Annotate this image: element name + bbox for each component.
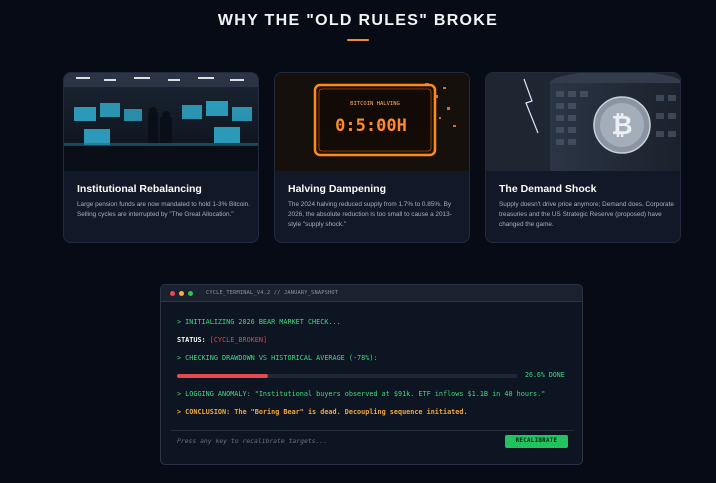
card-halving-dampening[interactable]: BITCOIN HALVING 0:5:00H Halving Dampenin… bbox=[274, 72, 470, 243]
card-title: Halving Dampening bbox=[288, 183, 387, 195]
minimize-dot-icon[interactable] bbox=[179, 291, 184, 296]
card-body: The 2024 halving reduced supply from 1.7… bbox=[288, 201, 452, 228]
terminal-divider bbox=[171, 430, 574, 431]
trading-floor-image bbox=[64, 73, 258, 171]
bitcoin-icon: ₿ bbox=[611, 111, 632, 141]
recalibrate-button[interactable]: RECALIBRATE bbox=[505, 435, 568, 448]
halving-counter: 0:5:00H bbox=[335, 116, 407, 136]
progress-label: 26.6% DONE bbox=[525, 371, 565, 379]
terminal-line-drawdown: > CHECKING DRAWDOWN VS HISTORICAL AVERAG… bbox=[177, 354, 378, 362]
terminal-title-bar: CYCLE_TERMINAL_V4.2 // JANUARY_SNAPSHOT bbox=[161, 285, 582, 302]
close-dot-icon[interactable] bbox=[170, 291, 175, 296]
card-title: The Demand Shock bbox=[499, 183, 597, 195]
cards-row: Institutional Rebalancing Large pension … bbox=[63, 72, 681, 243]
status-label: STATUS: bbox=[177, 336, 206, 344]
card-title: Institutional Rebalancing bbox=[77, 183, 202, 195]
card-demand-shock[interactable]: ₿ The Demand Shock Supply doesn't drive … bbox=[485, 72, 681, 243]
terminal-line-conclusion: > CONCLUSION: The "Boring Bear" is dead.… bbox=[177, 408, 468, 416]
drawdown-progress-fill bbox=[177, 374, 268, 378]
terminal-prompt: Press any key to recalibrate targets... bbox=[177, 437, 328, 445]
halving-label: BITCOIN HALVING bbox=[350, 101, 400, 107]
bitcoin-vault-image: ₿ bbox=[486, 73, 680, 171]
terminal-line-anomaly: > LOGGING ANOMALY: "Institutional buyers… bbox=[177, 390, 546, 398]
terminal-title: CYCLE_TERMINAL_V4.2 // JANUARY_SNAPSHOT bbox=[206, 290, 339, 296]
card-body: Large pension funds are now mandated to … bbox=[77, 201, 251, 218]
status-value: [CYCLE_BROKEN] bbox=[209, 336, 268, 344]
terminal-status-line: STATUS: [CYCLE_BROKEN] bbox=[177, 336, 267, 344]
halving-countdown-image: BITCOIN HALVING 0:5:00H bbox=[275, 73, 469, 171]
page-title: WHY THE "OLD RULES" BROKE bbox=[217, 12, 499, 29]
card-institutional-rebalancing[interactable]: Institutional Rebalancing Large pension … bbox=[63, 72, 259, 243]
terminal-line-init: > INITIALIZING 2026 BEAR MARKET CHECK... bbox=[177, 318, 341, 326]
drawdown-progress-bar bbox=[177, 374, 518, 378]
terminal-window: CYCLE_TERMINAL_V4.2 // JANUARY_SNAPSHOT … bbox=[160, 284, 583, 465]
card-body: Supply doesn't drive price anymore; Dema… bbox=[499, 201, 674, 228]
title-underline bbox=[347, 39, 369, 41]
maximize-dot-icon[interactable] bbox=[188, 291, 193, 296]
